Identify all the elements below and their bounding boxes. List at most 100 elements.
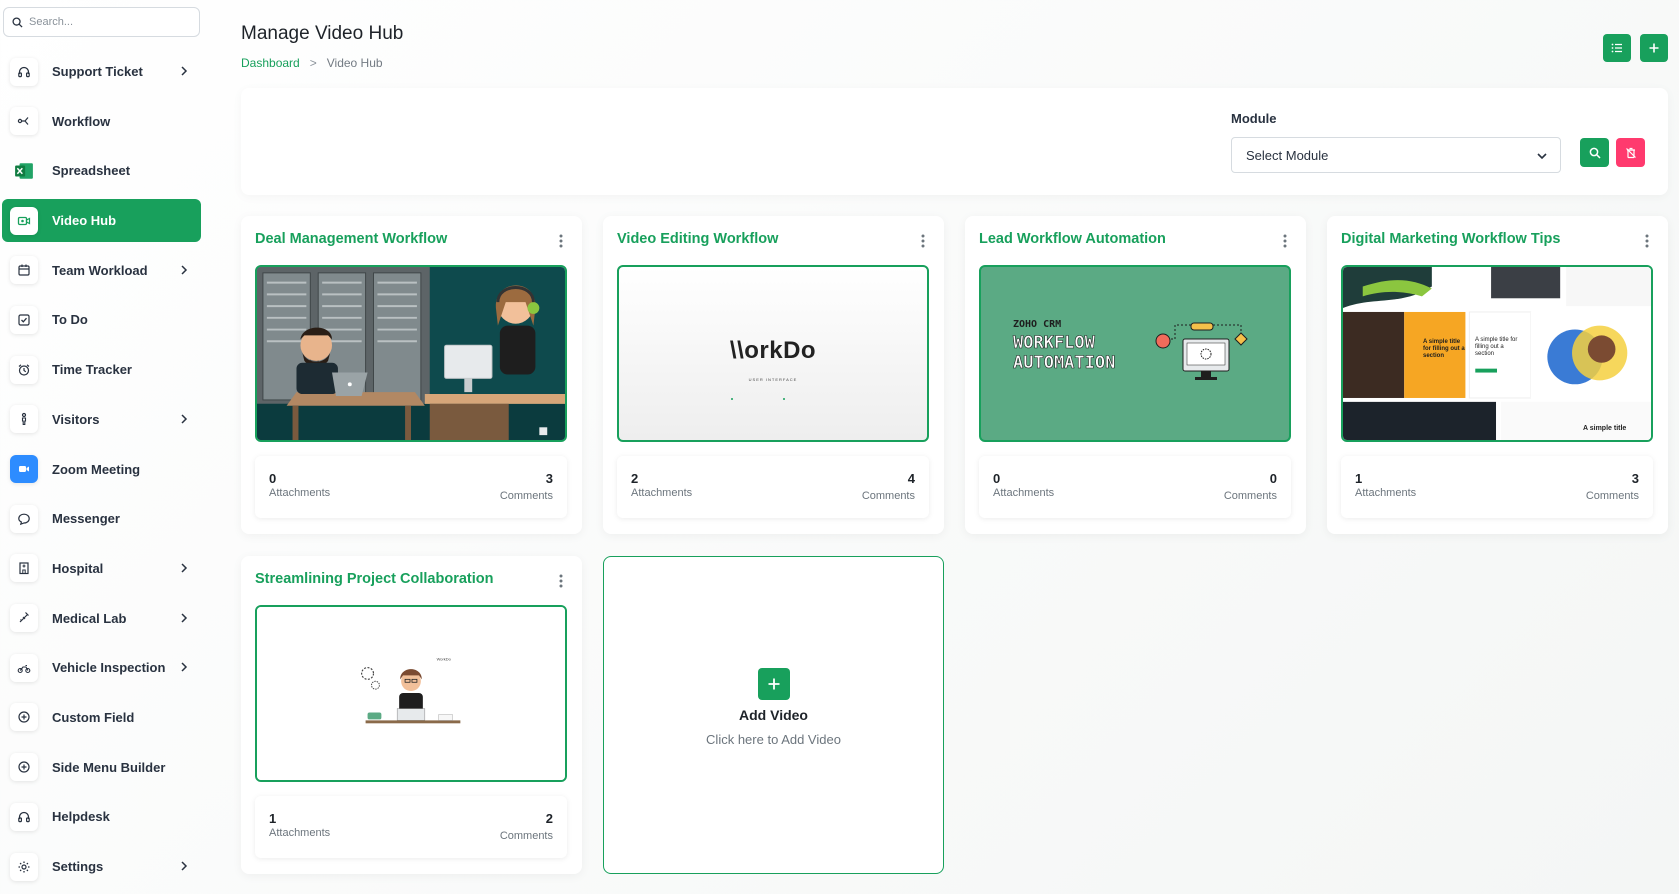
sidebar-item-hospital[interactable]: Hospital [2,547,201,590]
filter-panel: Module Select Module [241,88,1668,195]
add-video-subtitle: Click here to Add Video [706,732,841,747]
thumb-heading-line2: AUTOMATION [1013,353,1116,374]
module-select[interactable]: Select Module [1231,137,1561,173]
hospital-icon [10,554,38,583]
video-card: Streamlining Project Collaboration WorkD… [241,556,582,874]
comments-count: 4 [907,471,915,486]
chevron-right-icon [181,861,188,871]
calendar-icon [10,256,38,285]
video-thumbnail[interactable]: WorkDo [255,605,567,782]
sidebar-item-label: Spreadsheet [52,163,131,179]
sidebar-item-label: Settings [52,859,104,874]
sidebar-item-label: Helpdesk [52,809,110,825]
automation-diagram [1155,322,1248,380]
sidebar-item-custom-field[interactable]: Custom Field [2,696,201,739]
video-card-stats: 2 Attachments 4 Comments [617,456,929,518]
more-vertical-icon[interactable] [920,233,926,249]
apply-filter-button[interactable] [1580,138,1609,167]
video-card-title[interactable]: Video Editing Workflow [617,231,778,247]
thumb-text-block: A simple title for filling out a section [1423,339,1465,359]
headset-icon [10,802,38,831]
chevron-right-icon [181,66,188,76]
workdo-logo: \\orkDo [729,337,817,364]
video-card-title[interactable]: Deal Management Workflow [255,231,447,247]
sidebar-item-messenger[interactable]: Messenger [2,497,201,540]
sidebar-item-support-ticket[interactable]: Support Ticket [2,50,201,93]
add-video-button[interactable] [758,668,790,700]
sidebar-item-label: Team Workload [52,262,148,278]
sidebar-item-label: Workflow [52,113,111,129]
attachments-count: 1 [1355,471,1363,486]
add-video-card[interactable]: Add Video Click here to Add Video [603,556,944,874]
comments-label: Comments [1223,490,1277,502]
sidebar-item-video-hub[interactable]: Video Hub [2,199,201,243]
module-filter-label: Module [1231,111,1277,126]
breadcrumb-separator: > [309,56,317,70]
video-card-stats: 1 Attachments 3 Comments [1341,456,1653,518]
search-icon [12,16,23,28]
sidebar-item-label: Medical Lab [52,610,127,626]
workflow-icon [10,107,38,136]
more-vertical-icon[interactable] [1644,233,1650,249]
thumb-dot [783,398,785,400]
more-vertical-icon[interactable] [558,573,564,589]
video-thumbnail[interactable]: \\orkDo USER INTERFACE [617,265,929,442]
more-vertical-icon[interactable] [558,233,564,249]
sidebar-item-medical-lab[interactable]: Medical Lab [2,597,201,640]
chevron-right-icon [181,265,188,275]
sidebar-item-workflow[interactable]: Workflow [2,100,201,143]
page-title: Manage Video Hub [241,23,404,44]
video-thumbnail[interactable]: ZOHO CRM WORKFLOW AUTOMATION [979,265,1291,442]
video-card: Digital Marketing Workflow Tips A simple… [1327,216,1668,534]
sidebar-item-label: Visitors [52,411,100,427]
syringe-icon [10,604,38,633]
video-icon [10,206,38,235]
video-card-stats: 0 Attachments 3 Comments [255,456,567,518]
video-card: Video Editing Workflow \\orkDo USER INTE… [603,216,944,534]
excel-icon [10,157,38,185]
sidebar-item-time-tracker[interactable]: Time Tracker [2,348,201,391]
create-video-button[interactable] [1640,34,1668,62]
breadcrumb: Dashboard > Video Hub [241,56,383,70]
sidebar-item-side-menu-builder[interactable]: Side Menu Builder [2,746,201,789]
video-card-title[interactable]: Digital Marketing Workflow Tips [1341,231,1560,247]
sidebar-item-team-workload[interactable]: Team Workload [2,249,201,292]
thumb-brand: ZOHO CRM [1013,319,1062,330]
office-illustration [257,267,565,440]
video-thumbnail[interactable]: A simple title for filling out a section… [1341,265,1653,442]
chevron-right-icon [181,414,188,424]
video-thumbnail[interactable] [255,265,567,442]
sidebar-item-label: Custom Field [52,709,135,725]
sidebar-item-visitors[interactable]: Visitors [2,398,201,441]
chevron-down-icon [1537,153,1547,160]
collaboration-illustration: WorkDo [257,607,565,780]
plus-icon [768,678,780,690]
video-card-title[interactable]: Streamlining Project Collaboration [255,571,493,587]
attachments-count: 1 [269,811,277,826]
video-card: Lead Workflow Automation ZOHO CRM WORKFL… [965,216,1306,534]
sidebar-item-label: Zoom Meeting [52,461,141,477]
sidebar-item-vehicle-inspection[interactable]: Vehicle Inspection [2,646,201,689]
more-vertical-icon[interactable] [1282,233,1288,249]
video-card-stats: 0 Attachments 0 Comments [979,456,1291,518]
list-view-button[interactable] [1603,34,1631,62]
reset-filter-button[interactable] [1616,138,1645,167]
sidebar-item-settings[interactable]: Settings [2,845,201,888]
attachments-label: Attachments [269,487,331,499]
breadcrumb-dashboard-link[interactable]: Dashboard [241,56,300,70]
sidebar-item-helpdesk[interactable]: Helpdesk [2,795,201,838]
sidebar-item-spreadsheet[interactable]: Spreadsheet [2,149,201,192]
sidebar-item-to-do[interactable]: To Do [2,298,201,341]
attachments-label: Attachments [993,487,1055,499]
svg-text:WorkDo: WorkDo [437,657,452,662]
search-input[interactable] [29,16,189,28]
sidebar-item-label: Messenger [52,511,120,527]
search-box[interactable] [3,7,200,37]
thumb-text-block: A simple title [1583,425,1627,432]
checkbox-icon [10,305,38,334]
video-card-title[interactable]: Lead Workflow Automation [979,231,1166,247]
person-icon [10,405,38,434]
sidebar-item-zoom-meeting[interactable]: Zoom Meeting [2,448,201,491]
side-menu: Support Ticket Workflow Spreadsheet Vide… [0,50,210,894]
comments-label: Comments [861,490,915,502]
